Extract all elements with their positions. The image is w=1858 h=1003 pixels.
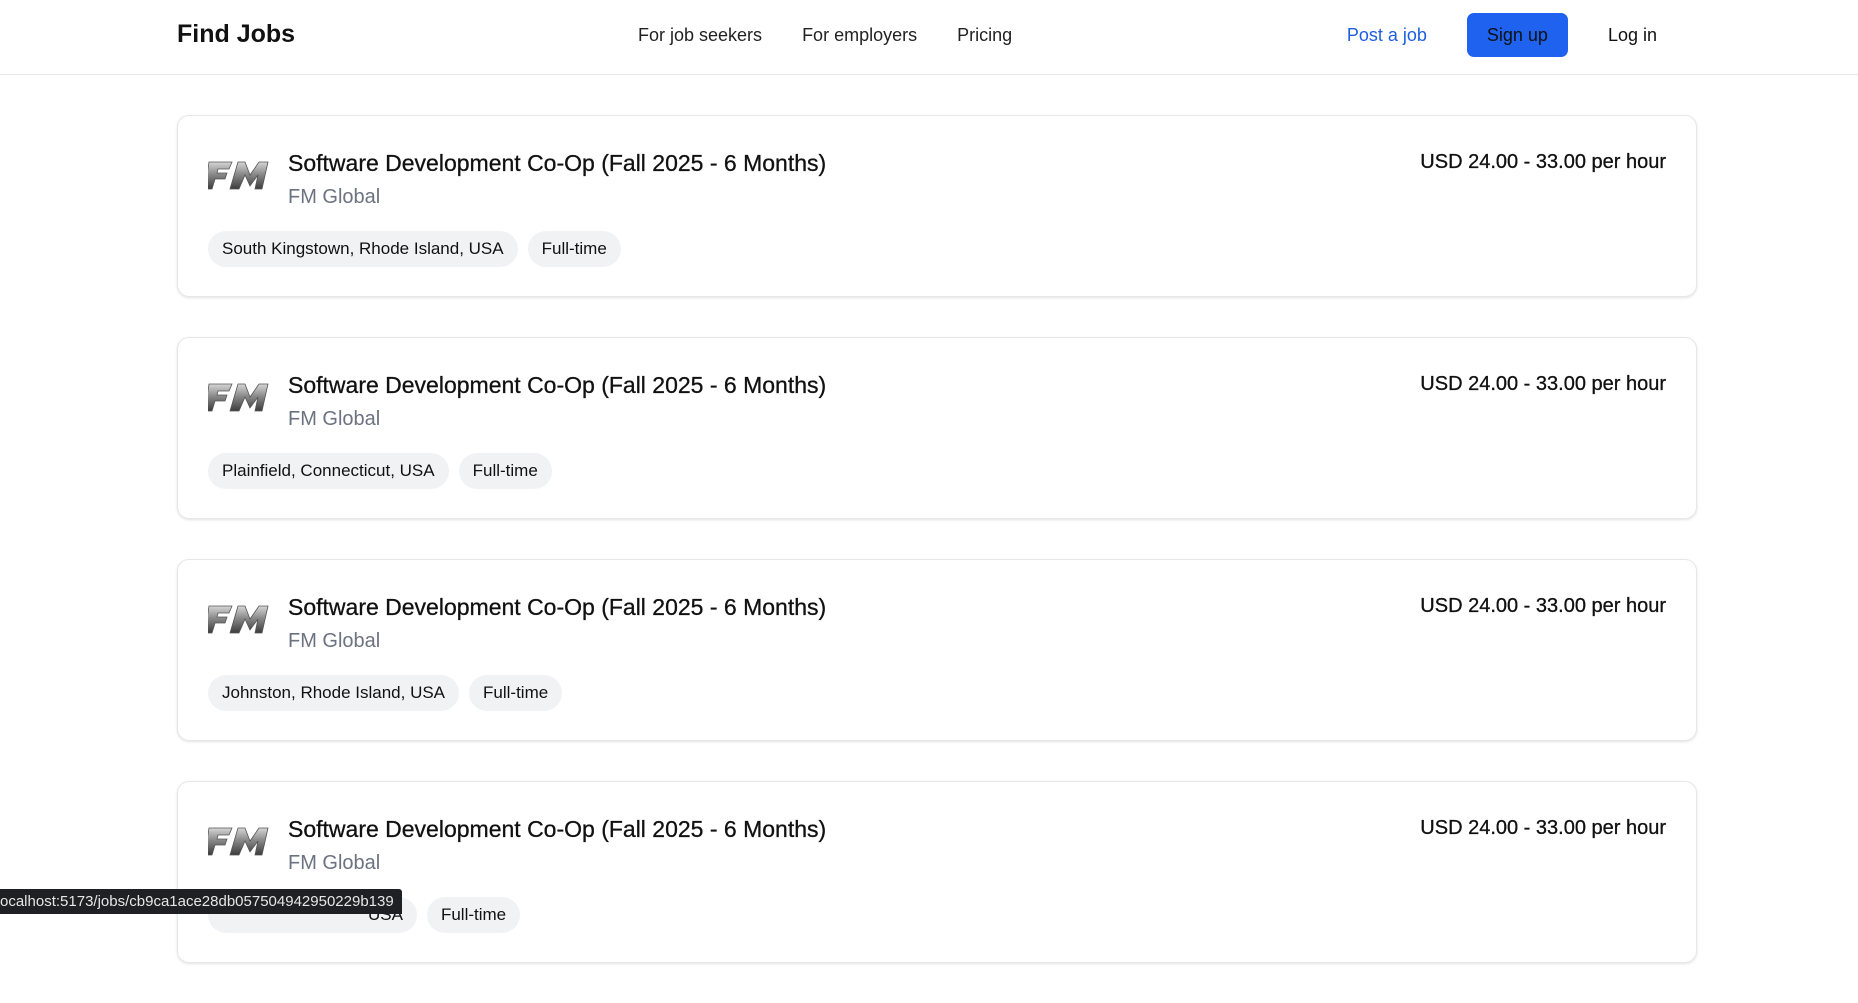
nav-for-job-seekers[interactable]: For job seekers bbox=[638, 25, 762, 46]
log-in-button[interactable]: Log in bbox=[1588, 13, 1677, 57]
nav-for-employers[interactable]: For employers bbox=[802, 25, 917, 46]
employment-type-tag: Full-time bbox=[527, 231, 621, 267]
location-tag: South Kingstown, Rhode Island, USA bbox=[208, 231, 518, 267]
main-nav: For job seekers For employers Pricing bbox=[638, 25, 1012, 46]
brand-logo-text[interactable]: Find Jobs bbox=[177, 20, 295, 49]
nav-pricing[interactable]: Pricing bbox=[957, 25, 1012, 46]
job-card[interactable]: Software Development Co-Op (Fall 2025 - … bbox=[177, 337, 1697, 519]
job-card[interactable]: Software Development Co-Op (Fall 2025 - … bbox=[177, 559, 1697, 741]
job-title: Software Development Co-Op (Fall 2025 - … bbox=[288, 594, 827, 620]
job-title: Software Development Co-Op (Fall 2025 - … bbox=[288, 816, 827, 842]
fm-global-logo-icon bbox=[208, 383, 269, 412]
company-name: FM Global bbox=[288, 408, 381, 430]
fm-global-logo-icon bbox=[208, 605, 269, 634]
fm-global-logo-icon bbox=[208, 161, 269, 190]
job-list: Software Development Co-Op (Fall 2025 - … bbox=[177, 115, 1697, 1003]
salary-range: USD 24.00 - 33.00 per hour bbox=[1420, 373, 1666, 395]
top-navbar: Find Jobs For job seekers For employers … bbox=[0, 0, 1858, 75]
job-title: Software Development Co-Op (Fall 2025 - … bbox=[288, 150, 827, 176]
location-tag: Johnston, Rhode Island, USA bbox=[208, 675, 460, 711]
employment-type-tag: Full-time bbox=[426, 897, 521, 933]
employment-type-tag: Full-time bbox=[458, 453, 552, 489]
job-tags: South Kingstown, Rhode Island, USA Full-… bbox=[208, 231, 621, 267]
status-bar-url: ocalhost:5173/jobs/cb9ca1ace28db05750494… bbox=[0, 889, 402, 914]
sign-up-button[interactable]: Sign up bbox=[1466, 13, 1568, 57]
header-actions: Post a job Sign up Log in bbox=[1347, 13, 1677, 57]
job-tags: Plainfield, Connecticut, USA Full-time bbox=[208, 453, 552, 489]
company-name: FM Global bbox=[288, 852, 381, 874]
salary-range: USD 24.00 - 33.00 per hour bbox=[1420, 151, 1666, 173]
salary-range: USD 24.00 - 33.00 per hour bbox=[1420, 595, 1666, 617]
job-tags: Johnston, Rhode Island, USA Full-time bbox=[208, 675, 563, 711]
job-title: Software Development Co-Op (Fall 2025 - … bbox=[288, 372, 827, 398]
post-job-link[interactable]: Post a job bbox=[1347, 25, 1427, 46]
employment-type-tag: Full-time bbox=[469, 675, 563, 711]
job-card[interactable]: Software Development Co-Op (Fall 2025 - … bbox=[177, 781, 1697, 963]
company-name: FM Global bbox=[288, 186, 381, 208]
fm-global-logo-icon bbox=[208, 827, 269, 856]
salary-range: USD 24.00 - 33.00 per hour bbox=[1420, 817, 1666, 839]
company-name: FM Global bbox=[288, 630, 381, 652]
job-card[interactable]: Software Development Co-Op (Fall 2025 - … bbox=[177, 115, 1697, 297]
location-tag: Plainfield, Connecticut, USA bbox=[208, 453, 449, 489]
